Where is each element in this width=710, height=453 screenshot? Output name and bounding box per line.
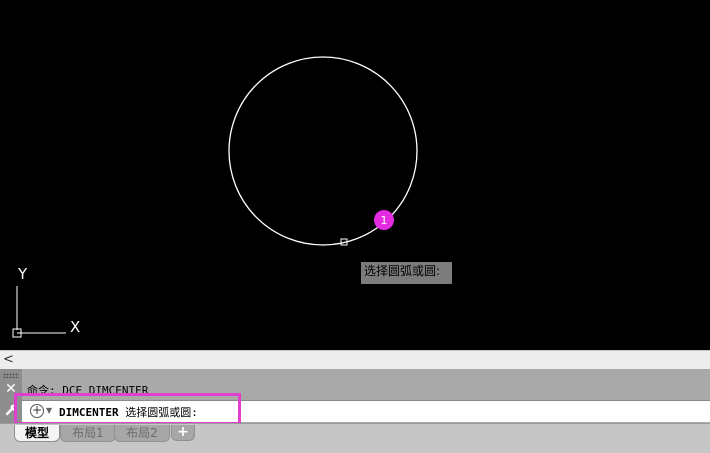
highlight-annotation — [14, 393, 241, 425]
tab-model[interactable]: 模型 — [14, 425, 60, 442]
ucs-icon: Y X — [12, 265, 80, 338]
ucs-x-label: X — [70, 318, 80, 336]
dynamic-input-tooltip: 选择圆弧或圆: — [361, 262, 452, 284]
tab-layout1[interactable]: 布局1 — [60, 425, 116, 442]
canvas-scroll-strip[interactable]: < — [0, 350, 710, 369]
layout-tab-bar: 模型 布局1 布局2 + — [0, 423, 710, 453]
ucs-y-label: Y — [17, 265, 28, 283]
drawing-canvas[interactable]: 1 Y X 选择圆弧或圆: — [0, 0, 710, 350]
autocad-window: 1 Y X 选择圆弧或圆: < ✕ 命令: DCE DIMCENTER + ▼ … — [0, 0, 710, 453]
add-layout-button[interactable]: + — [171, 425, 195, 441]
scroll-left-icon[interactable]: < — [3, 352, 15, 368]
drawing-svg: 1 Y X — [12, 56, 418, 338]
tab-layout2[interactable]: 布局2 — [114, 425, 170, 442]
step-marker-label: 1 — [381, 214, 388, 227]
grip-icon[interactable] — [3, 373, 19, 378]
